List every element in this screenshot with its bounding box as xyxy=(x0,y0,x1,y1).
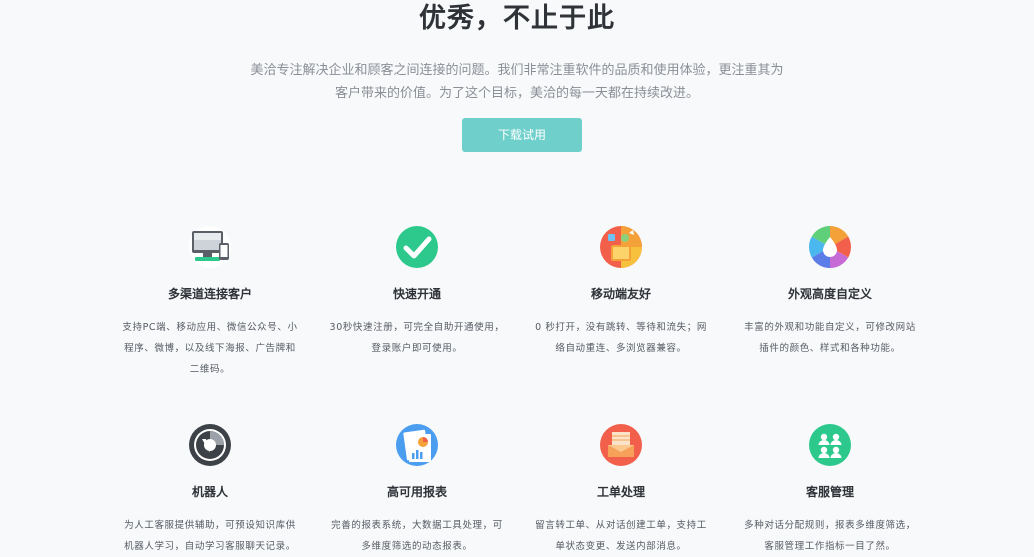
feature-title: 多渠道连接客户 xyxy=(167,287,252,301)
feature-description: 30秒快速注册，可完全自助开通使用， 登录账户即可使用。 xyxy=(329,322,505,354)
monitor-phone-icon xyxy=(189,226,231,268)
color-wheel-icon xyxy=(808,226,852,268)
mobile-friendly-icon xyxy=(600,226,642,268)
download-trial-button[interactable]: 下载试用 xyxy=(462,118,582,152)
feature-multi-channel: 多渠道连接客户 支持PC端、移动应用、微信公众号、小 程序、微博，以及线下海报、… xyxy=(115,225,305,380)
feature-title: 机器人 xyxy=(191,485,228,499)
hero-description-line-2: 客户带来的价值。为了这个目标，美洽的每一天都在持续改进。 xyxy=(334,86,699,101)
hero-description: 美洽专注解决企业和顾客之间连接的问题。我们非常注重软件的品质和使用体验，更注重其… xyxy=(217,59,817,105)
feature-title: 移动端友好 xyxy=(590,287,651,301)
feature-agent-management: 客服管理 多种对话分配规则，报表多维度筛选， 客服管理工作指标一目了然。 xyxy=(735,423,925,557)
feature-appearance-customization: 外观高度自定义 丰富的外观和功能自定义，可修改网站 插件的颜色、样式和各种功能。 xyxy=(735,225,925,359)
page-title: 优秀，不止于此 xyxy=(419,3,615,34)
feature-description: 完善的报表系统，大数据工具处理，可 多维度筛选的动态报表。 xyxy=(331,520,503,552)
robot-icon xyxy=(189,424,231,466)
feature-description: 丰富的外观和功能自定义，可修改网站 插件的颜色、样式和各种功能。 xyxy=(744,322,916,354)
team-icon xyxy=(809,424,851,466)
feature-title: 客服管理 xyxy=(805,485,854,499)
feature-mobile-friendly: 移动端友好 0 秒打开，没有跳转、等待和流失；网 络自动重连、多浏览器兼容。 xyxy=(526,225,716,359)
hero-description-line-1: 美洽专注解决企业和顾客之间连接的问题。我们非常注重软件的品质和使用体验，更注重其… xyxy=(250,63,784,78)
feature-ticket-handling: 工单处理 留言转工单、从对话创建工单，支持工 单状态变更、发送内部消息。 xyxy=(526,423,716,557)
feature-title: 工单处理 xyxy=(596,485,645,499)
report-icon xyxy=(396,424,438,466)
feature-description: 多种对话分配规则，报表多维度筛选， 客服管理工作指标一目了然。 xyxy=(744,520,916,552)
feature-description: 0 秒打开，没有跳转、等待和流失；网 络自动重连、多浏览器兼容。 xyxy=(535,322,707,354)
feature-quick-start: 快速开通 30秒快速注册，可完全自助开通使用， 登录账户即可使用。 xyxy=(322,225,512,359)
feature-reports: 高可用报表 完善的报表系统，大数据工具处理，可 多维度筛选的动态报表。 xyxy=(322,423,512,557)
feature-title: 快速开通 xyxy=(392,287,441,301)
feature-description: 支持PC端、移动应用、微信公众号、小 程序、微博，以及线下海报、广告牌和 二维码… xyxy=(122,322,298,375)
feature-title: 高可用报表 xyxy=(386,485,447,499)
feature-description: 留言转工单、从对话创建工单，支持工 单状态变更、发送内部消息。 xyxy=(535,520,707,552)
feature-robot: 机器人 为人工客服提供辅助，可预设知识库供 机器人学习，自动学习客服聊天记录。 xyxy=(115,423,305,557)
ticket-icon xyxy=(600,424,642,466)
feature-description: 为人工客服提供辅助，可预设知识库供 机器人学习，自动学习客服聊天记录。 xyxy=(124,520,296,552)
checkmark-icon xyxy=(396,226,438,268)
feature-title: 外观高度自定义 xyxy=(787,287,872,301)
